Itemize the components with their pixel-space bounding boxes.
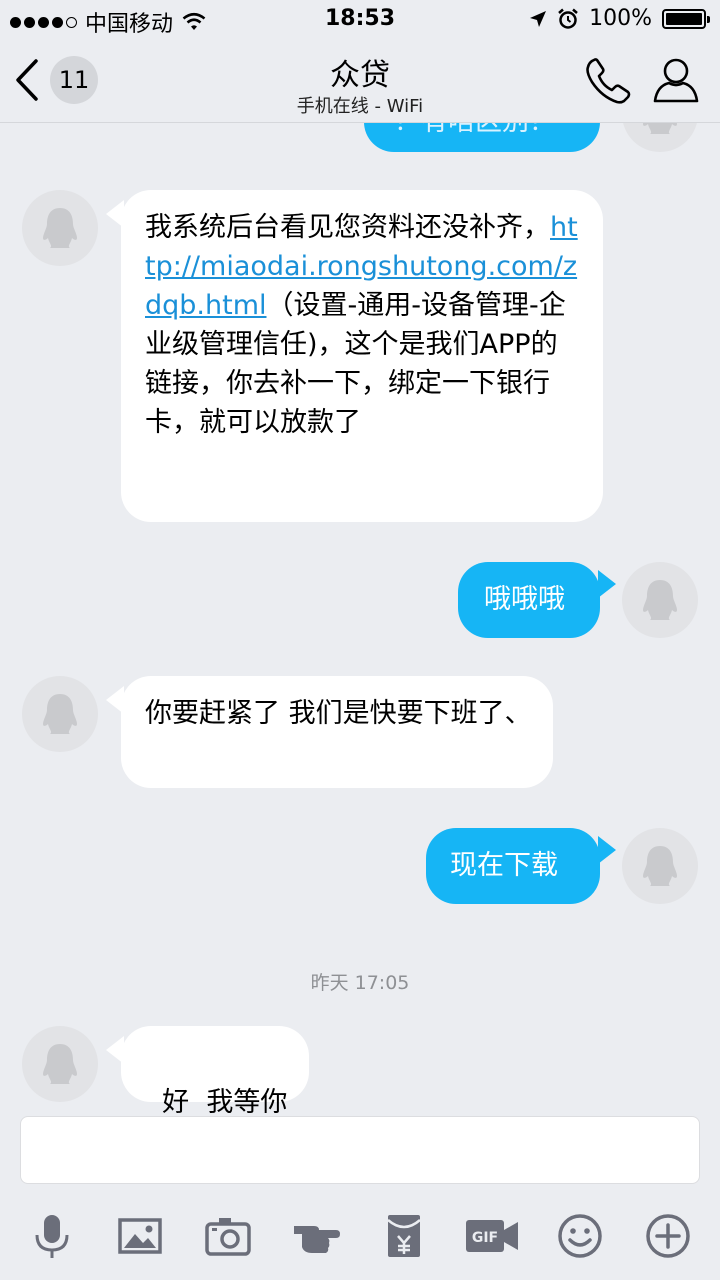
bubble-tail: [598, 836, 616, 864]
bubble-tail: [598, 570, 616, 598]
message-bubble-incoming[interactable]: 我系统后台看见您资料还没补齐，http://miaodai.rongshuton…: [121, 190, 603, 522]
phone-icon: [586, 58, 631, 104]
message-bubble-outgoing[interactable]: 哦哦哦: [458, 562, 600, 638]
message-text: 我系统后台看见您资料还没补齐，: [145, 212, 550, 243]
penguin-icon: [643, 580, 677, 620]
message-text: 好 我等你: [162, 1087, 288, 1118]
message-bubble-incoming[interactable]: 你要赶紧了 我们是快要下班了、: [121, 676, 553, 788]
red-packet-icon: [387, 1215, 421, 1257]
self-avatar[interactable]: [622, 562, 698, 638]
battery-icon: [662, 8, 710, 29]
camera-button[interactable]: [200, 1208, 256, 1264]
camera-icon: [205, 1218, 251, 1256]
contact-avatar[interactable]: [22, 676, 98, 752]
message-bubble-outgoing[interactable]: 现在下载: [426, 828, 600, 904]
more-button[interactable]: [640, 1208, 696, 1264]
gif-button[interactable]: GIF: [464, 1208, 520, 1264]
nav-bar: 11 众贷 手机在线 - WiFi: [0, 40, 720, 123]
battery-percent: 100%: [589, 6, 652, 31]
status-right: 100%: [529, 6, 710, 31]
image-icon: [118, 1218, 162, 1254]
status-bar: 中国移动 18:53 100%: [0, 0, 720, 40]
penguin-icon: [43, 694, 77, 734]
image-button[interactable]: [112, 1208, 168, 1264]
emoji-button[interactable]: [552, 1208, 608, 1264]
contact-avatar[interactable]: [22, 1026, 98, 1102]
self-avatar[interactable]: [622, 828, 698, 904]
svg-text:GIF: GIF: [472, 1230, 498, 1246]
penguin-icon: [43, 1044, 77, 1084]
input-toolbar: GIF: [0, 1200, 720, 1270]
alarm-icon: [558, 8, 578, 29]
gif-icon: GIF: [466, 1220, 518, 1252]
message-text: 哦哦哦: [484, 584, 565, 615]
plus-icon: [646, 1214, 690, 1258]
timestamp: 昨天 17:05: [310, 972, 410, 994]
penguin-icon: [643, 846, 677, 886]
message-text: 现在下载: [450, 850, 558, 881]
emoji-icon: [558, 1214, 602, 1258]
location-arrow-icon: [530, 10, 547, 27]
call-button[interactable]: [584, 56, 632, 104]
profile-button[interactable]: [652, 56, 700, 104]
poke-button[interactable]: [288, 1208, 344, 1264]
penguin-icon: [43, 208, 77, 248]
message-input[interactable]: [20, 1116, 700, 1184]
poke-icon: [294, 1226, 340, 1253]
red-packet-button[interactable]: [376, 1208, 432, 1264]
message-text: 你要赶紧了 我们是快要下班了、: [145, 698, 532, 729]
message-bubble-incoming[interactable]: 好 我等你: [121, 1026, 309, 1118]
contact-avatar[interactable]: [22, 190, 98, 266]
microphone-icon: [35, 1215, 69, 1258]
person-icon: [653, 58, 699, 103]
voice-button[interactable]: [24, 1208, 80, 1264]
